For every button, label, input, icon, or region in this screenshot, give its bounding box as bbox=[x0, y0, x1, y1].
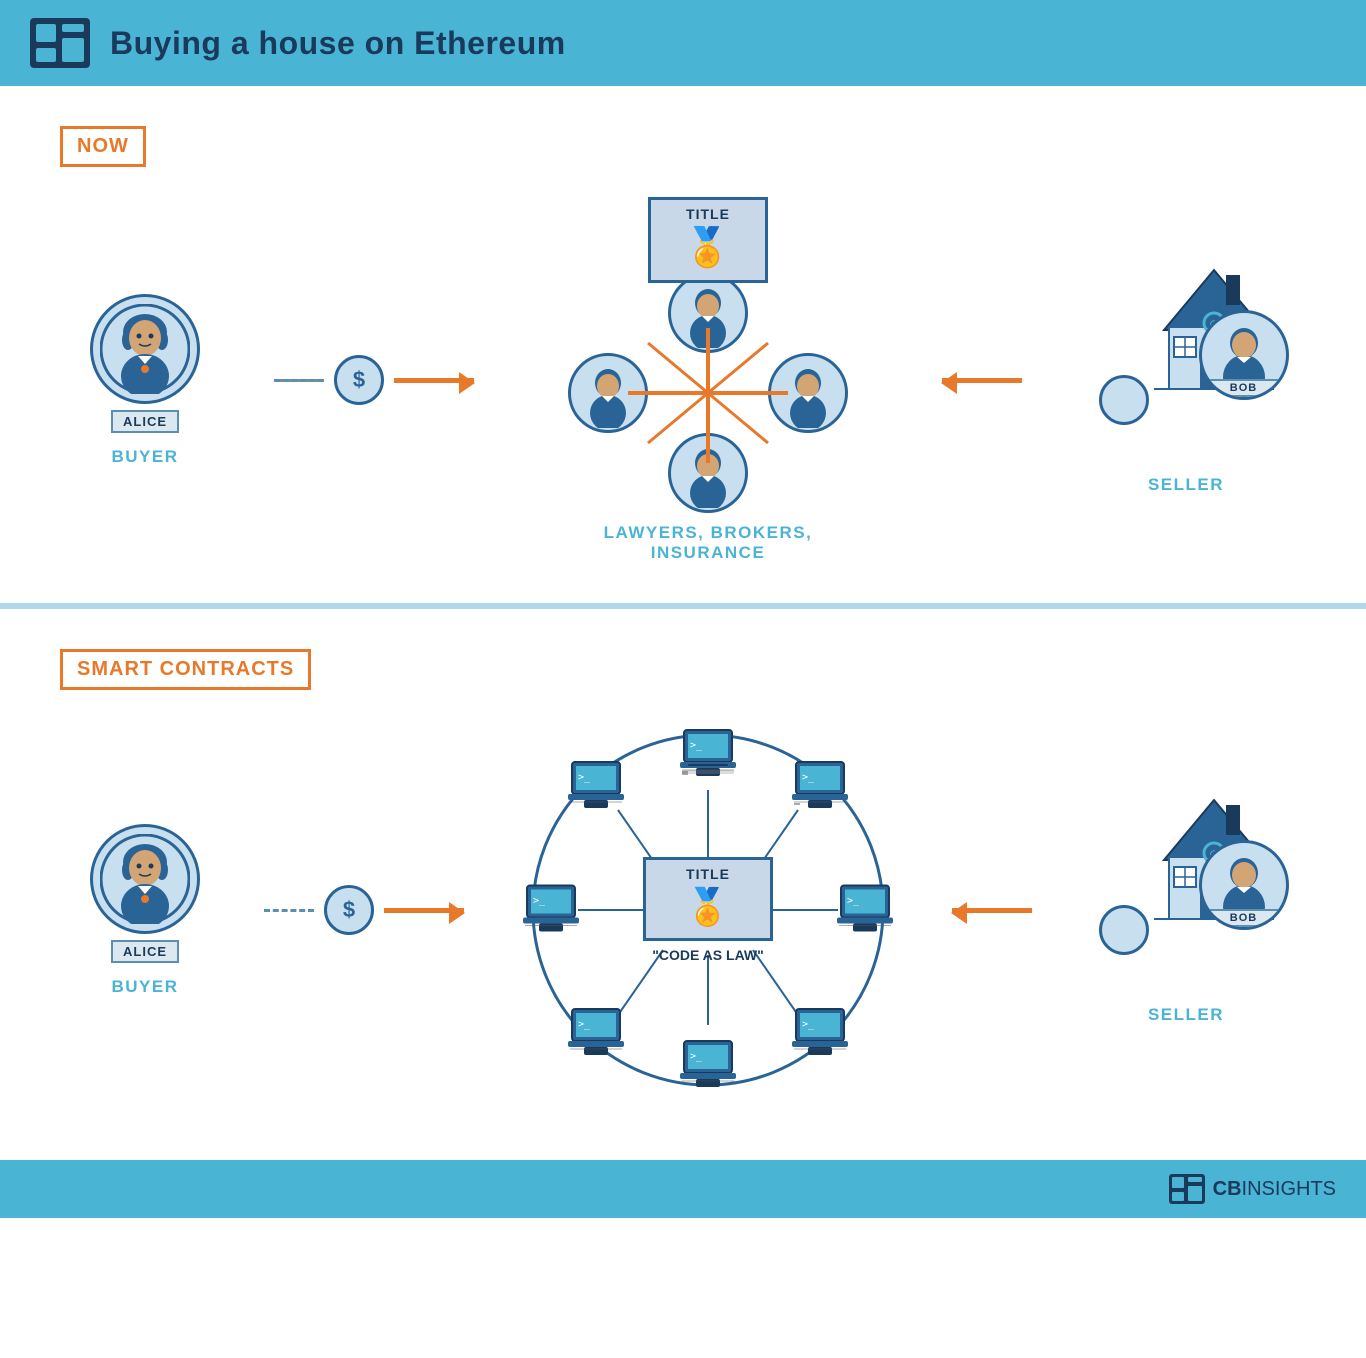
section-now: NOW bbox=[0, 86, 1366, 609]
svg-text:>_: >_ bbox=[578, 1019, 591, 1030]
cbinsights-logo-header bbox=[30, 18, 90, 68]
arrow-right-now bbox=[394, 378, 474, 383]
bob-label-smart: BOB bbox=[1202, 909, 1286, 927]
tree-smart bbox=[1099, 905, 1149, 955]
code-as-law-label: "CODE AS LAW" bbox=[652, 947, 764, 963]
laptop-top: >_ bbox=[680, 728, 736, 781]
title-label-now: TITLE bbox=[651, 206, 765, 222]
seller-label-smart: SELLER bbox=[1148, 1005, 1224, 1025]
header: Buying a house on Ethereum bbox=[0, 0, 1366, 86]
svg-text:>_: >_ bbox=[533, 896, 546, 907]
bob-circle-smart: BOB bbox=[1199, 840, 1289, 930]
arrow-right-smart bbox=[384, 908, 464, 913]
laptop-bottom-right: >_ bbox=[792, 1007, 848, 1060]
seller-to-center-arrow-smart bbox=[952, 908, 1032, 913]
seller-to-center-arrow-now bbox=[942, 378, 1022, 383]
bob-circle-now: BOB bbox=[1199, 310, 1289, 400]
now-badge: NOW bbox=[60, 126, 146, 167]
line-smart-1 bbox=[264, 909, 314, 912]
seller-bob-now: ⊕ BOB SELLER bbox=[1086, 265, 1286, 495]
laptop-bottom-left: >_ bbox=[568, 1007, 624, 1060]
seller-label-now: SELLER bbox=[1148, 475, 1224, 495]
footer-logo-icon bbox=[1169, 1174, 1205, 1204]
alice-label-now: ALICE bbox=[111, 410, 179, 433]
laptop-bottom: >_ bbox=[680, 1039, 736, 1092]
buyer-alice-now: ALICE BUYER bbox=[80, 294, 210, 467]
arrow-left-now bbox=[942, 378, 1022, 383]
svg-text:>_: >_ bbox=[802, 1019, 815, 1030]
footer: CBINSIGHTS bbox=[0, 1160, 1366, 1218]
buyer-to-center-arrows-now: $ bbox=[274, 355, 474, 405]
footer-brand: CBINSIGHTS bbox=[1213, 1178, 1336, 1201]
tree-now bbox=[1099, 375, 1149, 425]
alice-label-smart: ALICE bbox=[111, 940, 179, 963]
laptop-top-right: >_ bbox=[792, 760, 848, 813]
bob-label-now: BOB bbox=[1202, 379, 1286, 397]
seller-bob-smart: ⊕ BOB SELLER bbox=[1086, 795, 1286, 1025]
network-center-smart: >_ >_ >_ >_ >_ >_ >_ bbox=[518, 720, 898, 1100]
svg-text:>_: >_ bbox=[847, 896, 860, 907]
section-smart: SMART CONTRACTS ALICE BUYER $ bbox=[0, 609, 1366, 1140]
smart-diagram-row: ALICE BUYER $ bbox=[60, 720, 1306, 1100]
laptop-left: >_ bbox=[523, 884, 579, 937]
laptop-right: >_ bbox=[837, 884, 893, 937]
svg-text:>_: >_ bbox=[578, 772, 591, 783]
arrow-left-smart bbox=[952, 908, 1032, 913]
center-group-now: TITLE 🏅 bbox=[538, 197, 878, 563]
laptop-top-left: >_ bbox=[568, 760, 624, 813]
center-role-label-now: LAWYERS, BROKERS, INSURANCE bbox=[604, 523, 813, 563]
page-title: Buying a house on Ethereum bbox=[110, 25, 566, 62]
buyer-label-smart: BUYER bbox=[111, 977, 178, 997]
dollar-smart: $ bbox=[324, 885, 374, 935]
svg-text:>_: >_ bbox=[802, 772, 815, 783]
footer-logo: CBINSIGHTS bbox=[1169, 1174, 1336, 1204]
title-doc-smart: TITLE 🏅 bbox=[643, 857, 773, 941]
dollar-now: $ bbox=[334, 355, 384, 405]
center-title-smart: TITLE 🏅 "CODE AS LAW" bbox=[643, 857, 773, 963]
buyer-alice-smart: ALICE BUYER bbox=[80, 824, 210, 997]
title-label-smart: TITLE bbox=[646, 866, 770, 882]
footer-brand-light: INSIGHTS bbox=[1242, 1178, 1336, 1200]
svg-text:>_: >_ bbox=[690, 740, 703, 751]
smart-contracts-badge: SMART CONTRACTS bbox=[60, 649, 311, 690]
alice-circle-now bbox=[90, 294, 200, 404]
alice-circle-smart bbox=[90, 824, 200, 934]
alice-person-svg bbox=[100, 304, 190, 394]
buyer-label-now: BUYER bbox=[111, 447, 178, 467]
buyer-to-center-arrows-smart: $ bbox=[264, 885, 464, 935]
line1 bbox=[274, 379, 324, 382]
footer-brand-bold: CB bbox=[1213, 1178, 1242, 1200]
diamond-lines bbox=[568, 273, 848, 513]
diamond-arrangement bbox=[568, 273, 848, 513]
title-doc-now: TITLE 🏅 bbox=[648, 197, 768, 283]
svg-text:>_: >_ bbox=[690, 1051, 703, 1062]
